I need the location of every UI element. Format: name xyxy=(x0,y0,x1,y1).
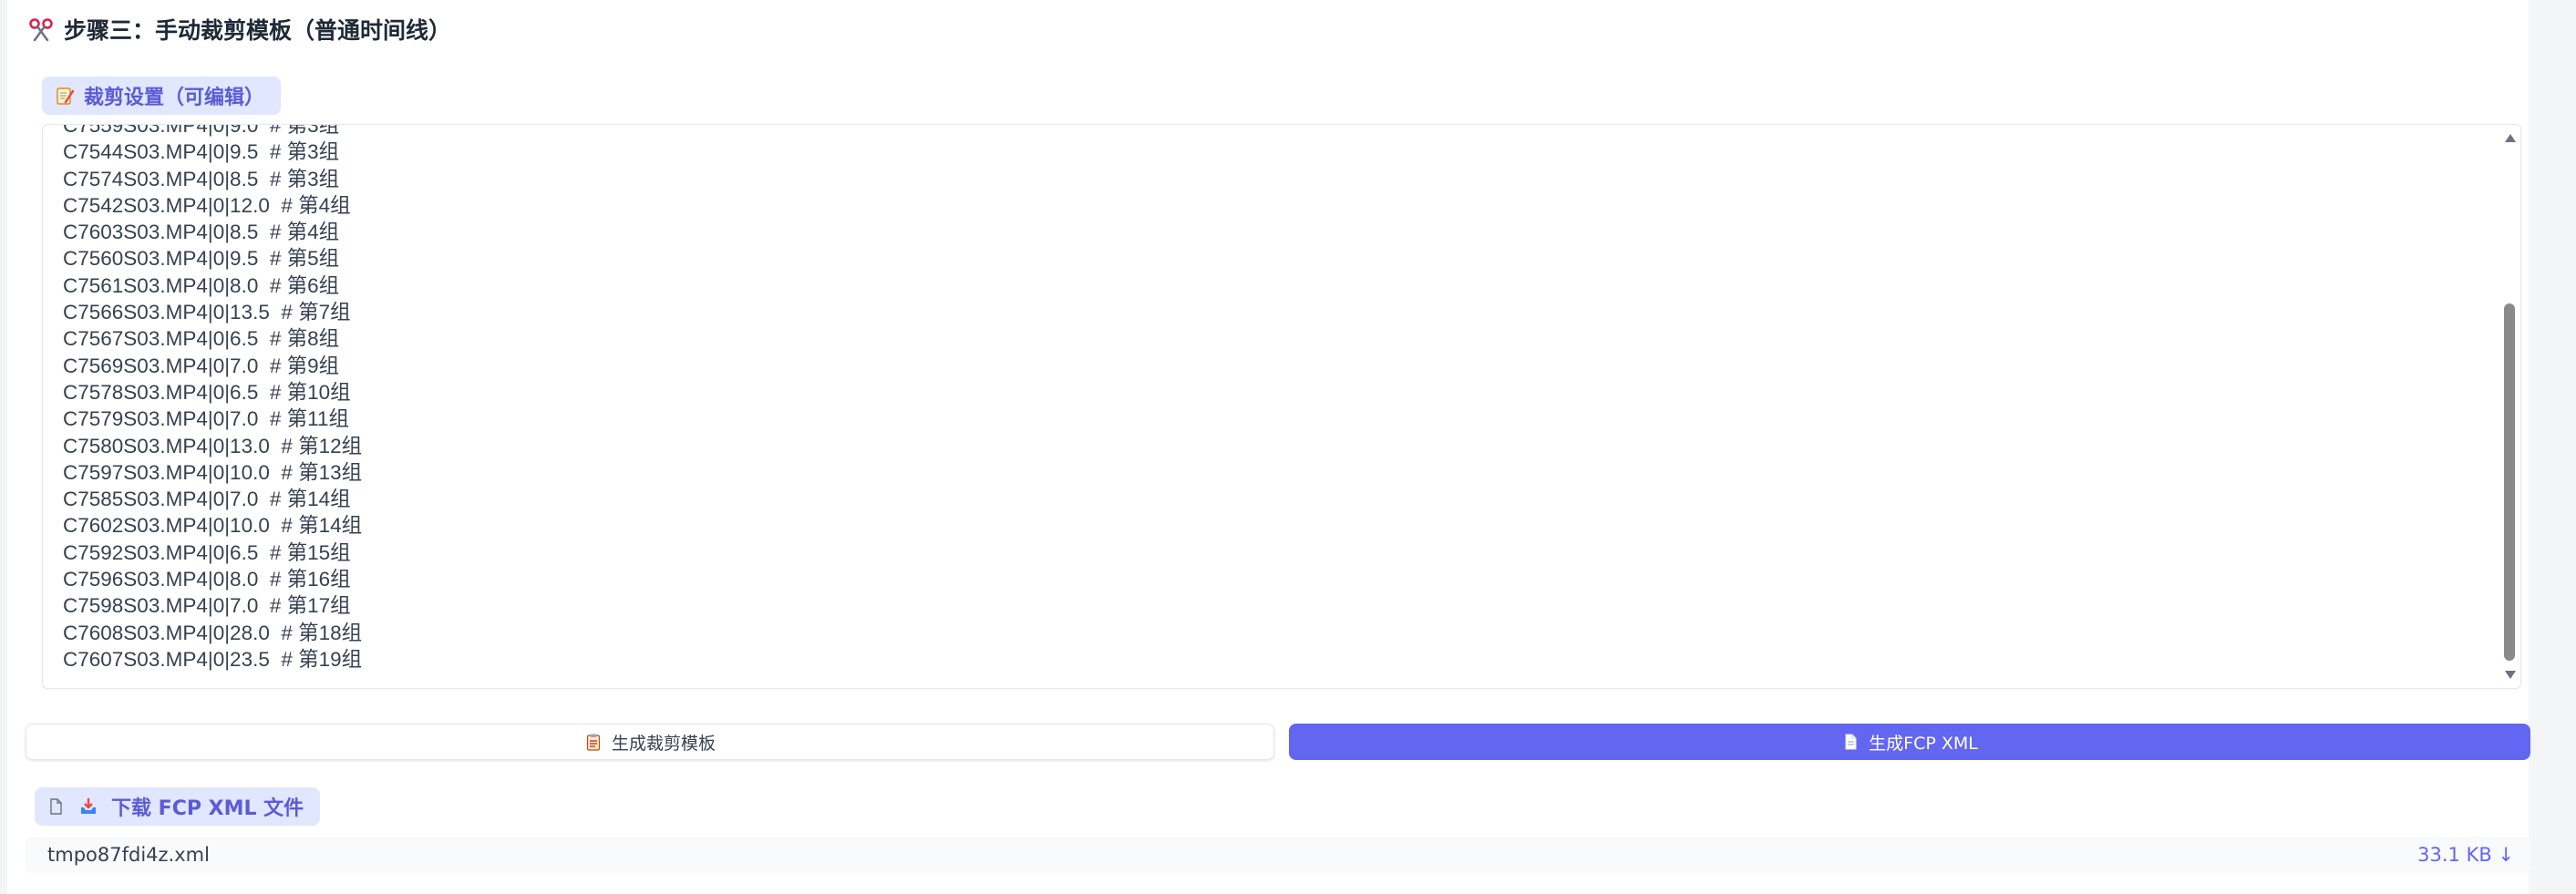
scroll-down-arrow-icon[interactable] xyxy=(2505,671,2516,679)
section-title-text: 步骤三：手动裁剪模板（普通时间线） xyxy=(64,17,452,44)
textarea-line[interactable]: C7566S03.MP4|0|13.5 # 第7组 xyxy=(63,299,2484,325)
section-title: 步骤三：手动裁剪模板（普通时间线） xyxy=(27,11,451,47)
textarea-line[interactable]: C7559S03.MP4|0|9.0 # 第3组 xyxy=(63,125,2484,139)
scrollbar-thumb[interactable] xyxy=(2504,303,2515,661)
crop-settings-textarea[interactable]: C7559S03.MP4|0|9.0 # 第3组 C7544S03.MP4|0|9… xyxy=(42,124,2521,689)
textarea-line[interactable]: C7579S03.MP4|0|7.0 # 第11组 xyxy=(63,406,2484,432)
textarea-line[interactable]: C7567S03.MP4|0|6.5 # 第8组 xyxy=(63,325,2484,352)
download-file-row[interactable]: tmpo87fdi4z.xml 33.1 KB ↓ xyxy=(26,837,2530,873)
document-icon xyxy=(1845,734,1857,750)
memo-icon xyxy=(57,87,75,105)
textarea-line[interactable]: C7592S03.MP4|0|6.5 # 第15组 xyxy=(63,539,2484,566)
crop-settings-label: 裁剪设置（可编辑） xyxy=(42,77,282,115)
clipboard-icon xyxy=(586,734,601,751)
file-name[interactable]: tmpo87fdi4z.xml xyxy=(47,844,210,866)
generate-template-button[interactable]: 生成裁剪模板 xyxy=(26,724,1274,760)
textarea-line[interactable]: C7585S03.MP4|0|7.0 # 第14组 xyxy=(63,486,2484,512)
scroll-up-arrow-icon[interactable] xyxy=(2505,134,2516,142)
textarea-line[interactable]: C7560S03.MP4|0|9.5 # 第5组 xyxy=(63,245,2484,272)
textarea-line[interactable]: C7596S03.MP4|0|8.0 # 第16组 xyxy=(63,566,2484,592)
textarea-line[interactable]: C7561S03.MP4|0|8.0 # 第6组 xyxy=(63,272,2484,299)
file-size-download-link[interactable]: 33.1 KB ↓ xyxy=(2417,844,2514,866)
file-icon xyxy=(50,798,62,815)
textarea-line[interactable]: C7603S03.MP4|0|8.5 # 第4组 xyxy=(63,219,2484,245)
textarea-line[interactable]: C7578S03.MP4|0|6.5 # 第10组 xyxy=(63,379,2484,406)
generate-fcp-xml-button[interactable]: 生成FCP XML xyxy=(1289,724,2530,760)
inbox-download-icon xyxy=(81,798,96,814)
textarea-line[interactable]: C7569S03.MP4|0|7.0 # 第9组 xyxy=(63,353,2484,379)
scissors-icon xyxy=(29,18,53,42)
textarea-line[interactable]: C7544S03.MP4|0|9.5 # 第3组 xyxy=(63,139,2484,165)
step-three-panel: 步骤三：手动裁剪模板（普通时间线） 裁剪设置（可编辑） C7559S03.MP4… xyxy=(7,0,2530,894)
textarea-line[interactable]: C7598S03.MP4|0|7.0 # 第17组 xyxy=(63,592,2484,619)
crop-settings-label-text: 裁剪设置（可编辑） xyxy=(84,87,265,109)
textarea-line[interactable]: C7574S03.MP4|0|8.5 # 第3组 xyxy=(63,166,2484,192)
textarea-line[interactable]: C7607S03.MP4|0|23.5 # 第19组 xyxy=(63,646,2484,673)
textarea-scrollbar[interactable] xyxy=(2497,125,2520,688)
textarea-line[interactable]: C7602S03.MP4|0|10.0 # 第14组 xyxy=(63,512,2484,539)
textarea-line[interactable]: C7597S03.MP4|0|10.0 # 第13组 xyxy=(63,459,2484,486)
textarea-line[interactable]: C7608S03.MP4|0|28.0 # 第18组 xyxy=(63,620,2484,646)
textarea-content[interactable]: C7559S03.MP4|0|9.0 # 第3组 C7544S03.MP4|0|9… xyxy=(63,125,2484,673)
textarea-line[interactable]: C7580S03.MP4|0|13.0 # 第12组 xyxy=(63,433,2484,459)
download-fcp-xml-label: 下载 FCP XML 文件 xyxy=(35,787,321,826)
textarea-line[interactable]: C7542S03.MP4|0|12.0 # 第4组 xyxy=(63,192,2484,219)
generate-fcp-xml-button-label: 生成FCP XML xyxy=(1869,733,1978,754)
generate-template-button-label: 生成裁剪模板 xyxy=(611,733,716,754)
download-fcp-xml-label-text: 下载 FCP XML 文件 xyxy=(111,797,304,820)
